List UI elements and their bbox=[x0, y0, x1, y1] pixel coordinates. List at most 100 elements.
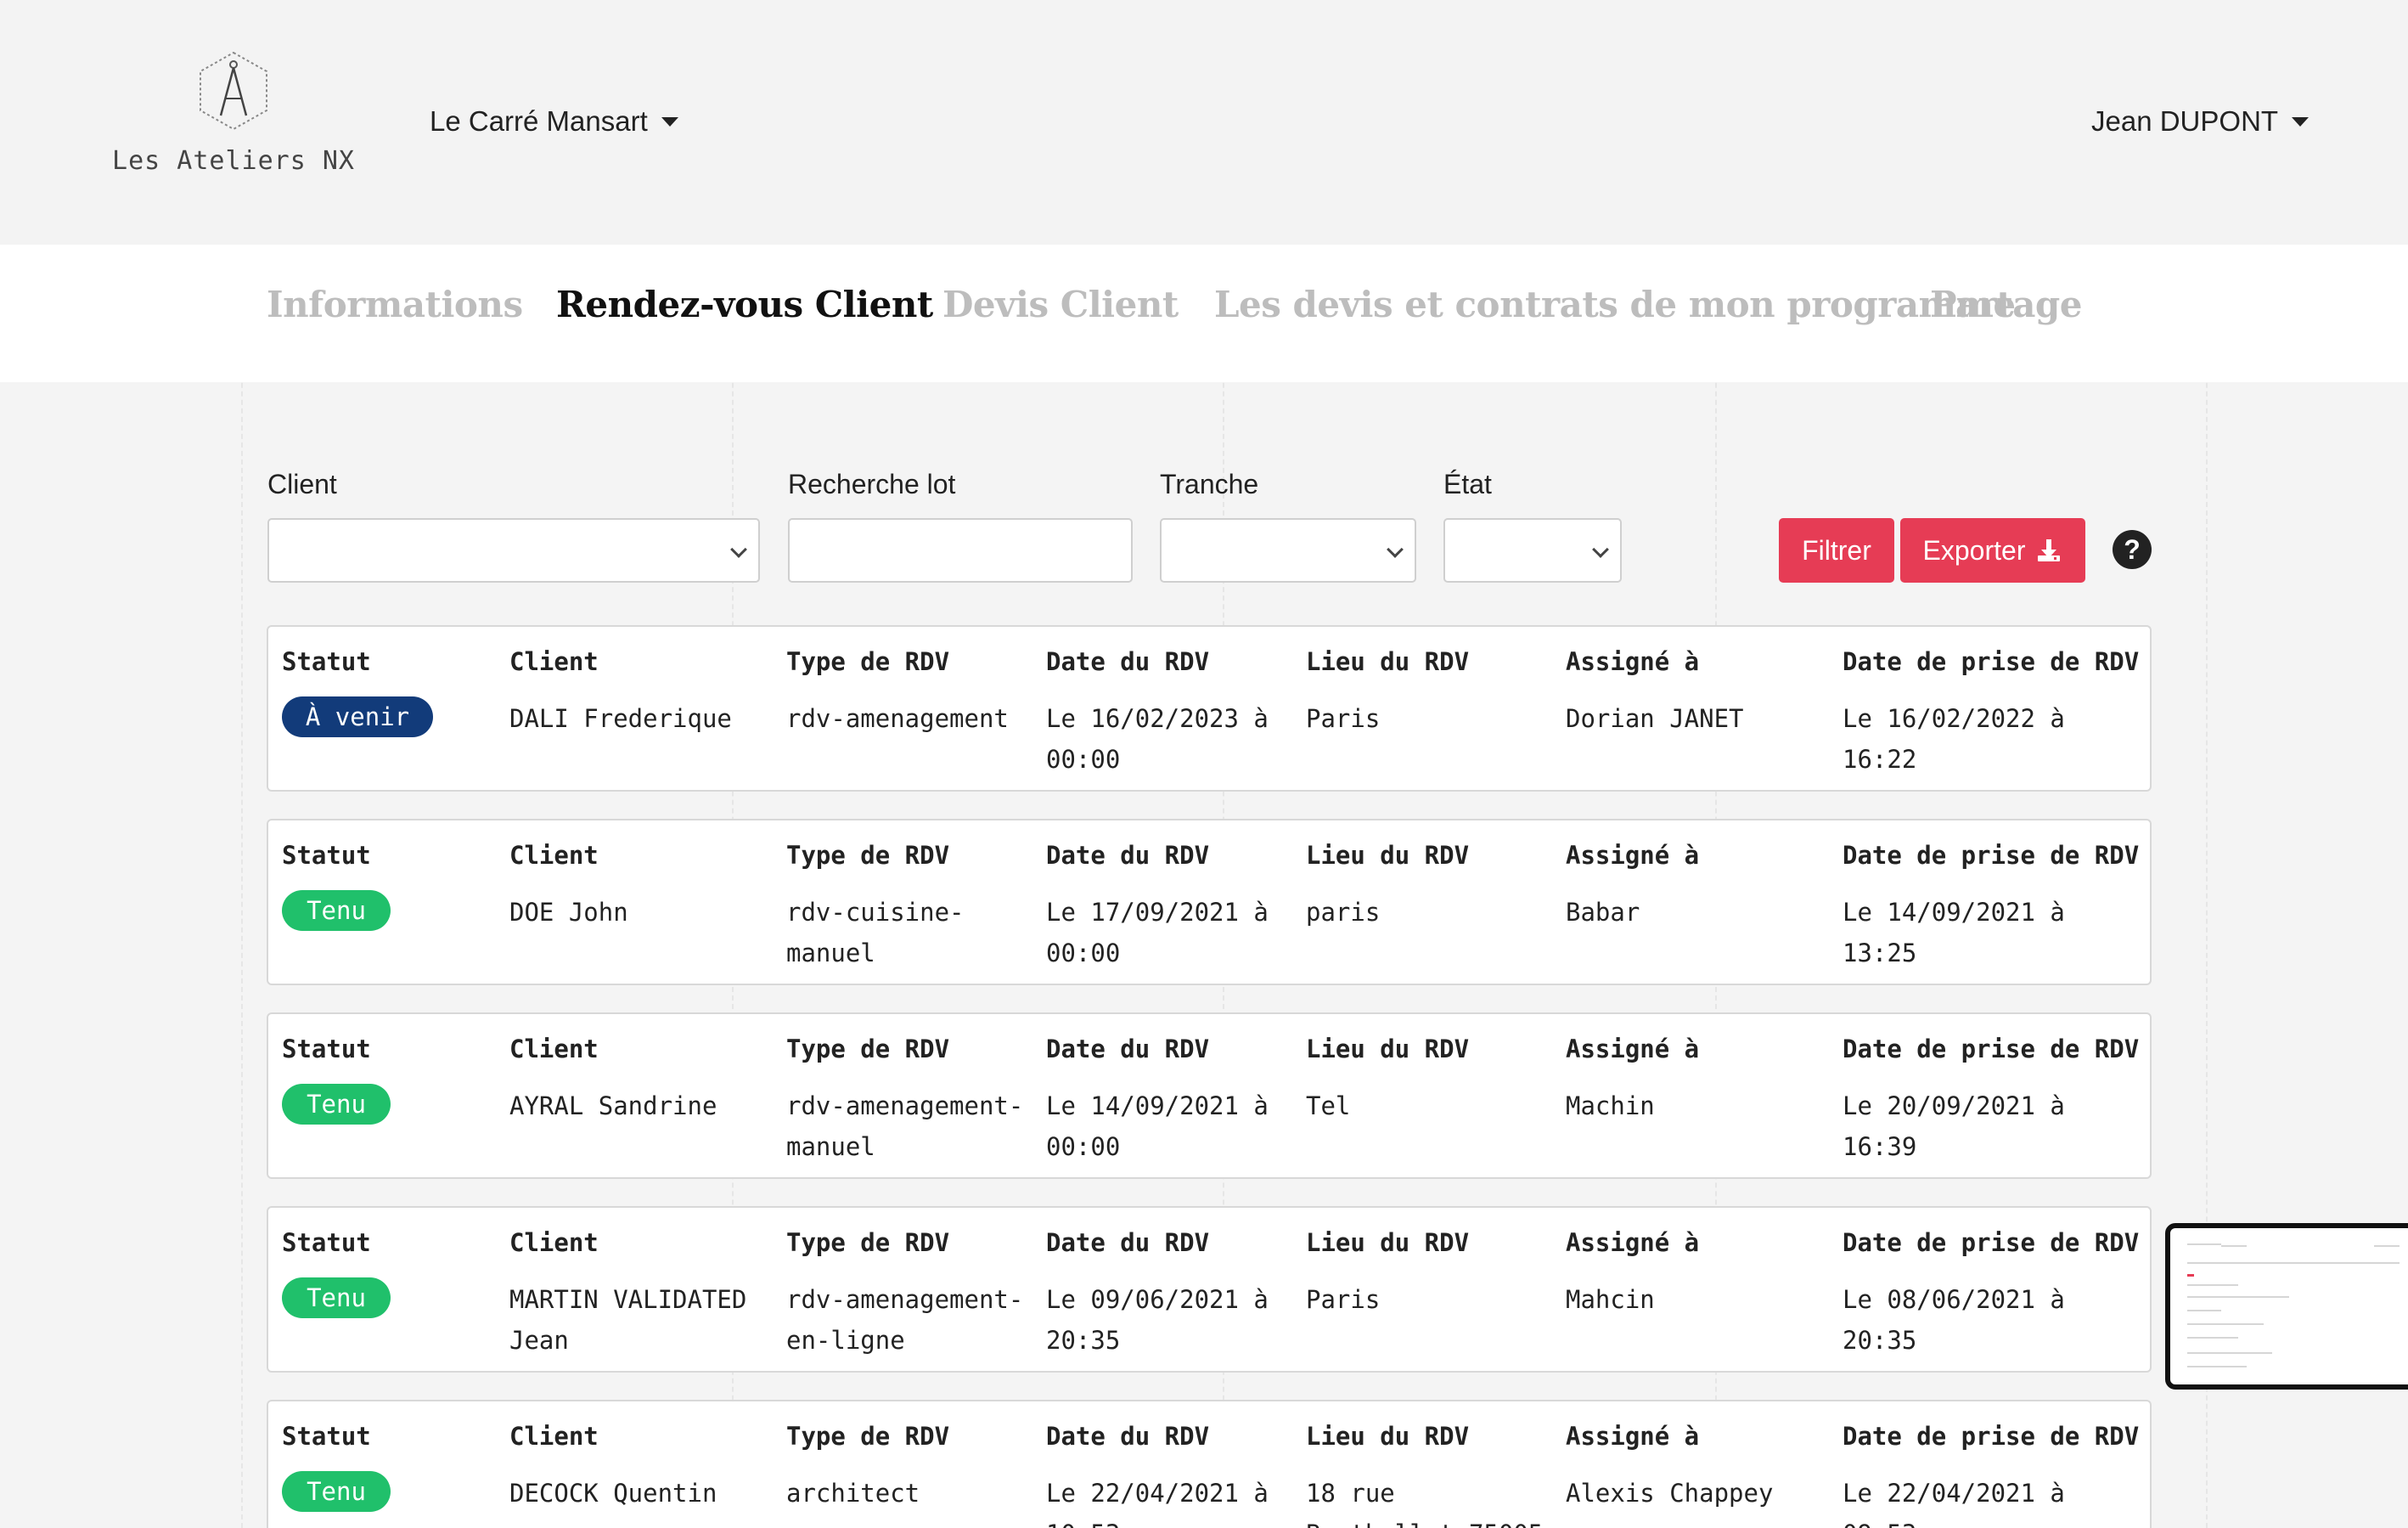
column-header-type: Type de RDV bbox=[786, 841, 950, 870]
appointment-place: Paris bbox=[1306, 704, 1381, 733]
column-header-status: Statut bbox=[282, 1228, 371, 1257]
appointment-type: rdv-amenagement-manuel bbox=[786, 1091, 1024, 1161]
appointment-card[interactable]: Statut À venir Client DALI Frederique Type d… bbox=[267, 625, 2152, 792]
column-header-status: Statut bbox=[282, 1422, 371, 1451]
appointment-client: DECOCK Quentin bbox=[509, 1479, 717, 1508]
appointment-type: rdv-amenagement-en-ligne bbox=[786, 1285, 1024, 1355]
lot-search-label: Recherche lot bbox=[788, 469, 956, 499]
appointment-assigned: Alexis Chappey bbox=[1566, 1479, 1774, 1508]
tab-devis-contrats-programme[interactable]: Les devis et contrats de mon programme bbox=[1214, 284, 2016, 325]
caret-down-icon bbox=[2292, 116, 2310, 127]
column-header-place: Lieu du RDV bbox=[1306, 1035, 1470, 1063]
appointment-assigned: Machin bbox=[1566, 1091, 1655, 1120]
appointment-client: DALI Frederique bbox=[509, 704, 732, 733]
column-header-assigned: Assigné à bbox=[1566, 841, 1700, 870]
tab-devis-client[interactable]: Devis Client bbox=[942, 284, 1179, 325]
column-header-type: Type de RDV bbox=[786, 1035, 950, 1063]
appointment-booked: Le 08/06/2021 à 20:35 bbox=[1843, 1285, 2065, 1355]
column-header-place: Lieu du RDV bbox=[1306, 1422, 1470, 1451]
column-header-booked: Date de prise de RDV bbox=[1843, 1035, 2140, 1063]
tab-informations[interactable]: Informations bbox=[267, 284, 523, 325]
appointment-booked: Le 16/02/2022 à 16:22 bbox=[1843, 704, 2065, 774]
help-icon[interactable]: ? bbox=[2113, 530, 2152, 569]
caret-down-icon bbox=[661, 116, 678, 127]
status-badge: Tenu bbox=[282, 1471, 391, 1512]
appointment-type: architect bbox=[786, 1479, 920, 1508]
appointment-client: MARTIN VALIDATED Jean bbox=[509, 1285, 747, 1355]
chevron-down-icon bbox=[1592, 541, 1609, 558]
status-badge: Tenu bbox=[282, 1277, 391, 1318]
export-button-label: Exporter bbox=[1922, 534, 2026, 566]
column-header-booked: Date de prise de RDV bbox=[1843, 1422, 2140, 1451]
user-menu[interactable]: Jean DUPONT bbox=[2091, 105, 2310, 138]
tab-rendez-vous-client[interactable]: Rendez-vous Client bbox=[556, 284, 933, 325]
status-badge: Tenu bbox=[282, 890, 391, 931]
appointment-type: rdv-amenagement bbox=[786, 704, 1009, 733]
appointment-place: paris bbox=[1306, 898, 1381, 927]
appointment-date: Le 17/09/2021 à 00:00 bbox=[1046, 898, 1269, 967]
column-header-booked: Date de prise de RDV bbox=[1843, 647, 2140, 676]
column-header-type: Type de RDV bbox=[786, 1422, 950, 1451]
column-header-assigned: Assigné à bbox=[1566, 647, 1700, 676]
appointment-type: rdv-cuisine-manuel bbox=[786, 898, 965, 967]
appointment-assigned: Mahcin bbox=[1566, 1285, 1655, 1314]
column-header-date: Date du RDV bbox=[1046, 1035, 1210, 1063]
state-select[interactable] bbox=[1443, 518, 1622, 583]
column-header-client: Client bbox=[509, 841, 599, 870]
appointment-place: 18 rue Berthollet 75005 Paris bbox=[1306, 1479, 1543, 1528]
appointment-assigned: Babar bbox=[1566, 898, 1640, 927]
column-header-date: Date du RDV bbox=[1046, 1228, 1210, 1257]
preview-thumbnail[interactable] bbox=[2165, 1223, 2408, 1390]
status-badge: Tenu bbox=[282, 1084, 391, 1125]
user-menu-label: Jean DUPONT bbox=[2091, 105, 2279, 137]
export-button[interactable]: Exporter bbox=[1900, 518, 2085, 583]
column-header-client: Client bbox=[509, 1035, 599, 1063]
column-header-type: Type de RDV bbox=[786, 647, 950, 676]
column-header-date: Date du RDV bbox=[1046, 841, 1210, 870]
chevron-down-icon bbox=[1387, 541, 1404, 558]
appointment-client: AYRAL Sandrine bbox=[509, 1091, 717, 1120]
appointment-date: Le 09/06/2021 à 20:35 bbox=[1046, 1285, 1269, 1355]
program-selector[interactable]: Le Carré Mansart bbox=[430, 105, 678, 138]
column-header-client: Client bbox=[509, 1228, 599, 1257]
status-badge: À venir bbox=[282, 696, 433, 737]
appointment-place: Tel bbox=[1306, 1091, 1351, 1120]
client-filter-label: Client bbox=[267, 469, 337, 499]
brand-name: Les Ateliers NX bbox=[112, 146, 355, 176]
appointment-card[interactable]: Statut Tenu Client DECOCK Quentin Type de RD… bbox=[267, 1400, 2152, 1528]
column-header-assigned: Assigné à bbox=[1566, 1422, 1700, 1451]
column-header-status: Statut bbox=[282, 841, 371, 870]
tab-partage[interactable]: Partage bbox=[1930, 284, 2083, 325]
appointment-booked: Le 22/04/2021 à 09:53 bbox=[1843, 1479, 2065, 1528]
chevron-down-icon bbox=[730, 541, 747, 558]
appointment-place: Paris bbox=[1306, 1285, 1381, 1314]
column-header-status: Statut bbox=[282, 647, 371, 676]
appointment-booked: Le 14/09/2021 à 13:25 bbox=[1843, 898, 2065, 967]
appointment-card[interactable]: Statut Tenu Client MARTIN VALIDATED Jean Typ… bbox=[267, 1206, 2152, 1373]
appointment-date: Le 16/02/2023 à 00:00 bbox=[1046, 704, 1269, 774]
column-header-date: Date du RDV bbox=[1046, 1422, 1210, 1451]
client-select[interactable] bbox=[267, 518, 760, 583]
column-header-place: Lieu du RDV bbox=[1306, 647, 1470, 676]
column-header-assigned: Assigné à bbox=[1566, 1035, 1700, 1063]
appointment-date: Le 22/04/2021 à 10:53 bbox=[1046, 1479, 1269, 1528]
filter-button[interactable]: Filtrer bbox=[1779, 518, 1894, 583]
column-header-date: Date du RDV bbox=[1046, 647, 1210, 676]
column-header-client: Client bbox=[509, 647, 599, 676]
column-header-booked: Date de prise de RDV bbox=[1843, 1228, 2140, 1257]
appointment-card[interactable]: Statut Tenu Client DOE John Type de RDV rdv-c… bbox=[267, 819, 2152, 985]
tranche-filter-label: Tranche bbox=[1160, 469, 1259, 499]
filter-button-label: Filtrer bbox=[1802, 534, 1871, 566]
appointment-assigned: Dorian JANET bbox=[1566, 704, 1744, 733]
tranche-select[interactable] bbox=[1160, 518, 1416, 583]
top-header: Les Ateliers NX Le Carré Mansart Jean DU… bbox=[0, 0, 2408, 245]
compass-logo-icon bbox=[200, 51, 267, 131]
state-filter-label: État bbox=[1443, 469, 1492, 499]
column-header-type: Type de RDV bbox=[786, 1228, 950, 1257]
appointment-booked: Le 20/09/2021 à 16:39 bbox=[1843, 1091, 2065, 1161]
appointment-card[interactable]: Statut Tenu Client AYRAL Sandrine Type de RD… bbox=[267, 1012, 2152, 1179]
brand-logo[interactable]: Les Ateliers NX bbox=[110, 49, 357, 176]
lot-search-input[interactable] bbox=[788, 518, 1133, 583]
program-selector-label: Le Carré Mansart bbox=[430, 105, 648, 137]
column-header-assigned: Assigné à bbox=[1566, 1228, 1700, 1257]
